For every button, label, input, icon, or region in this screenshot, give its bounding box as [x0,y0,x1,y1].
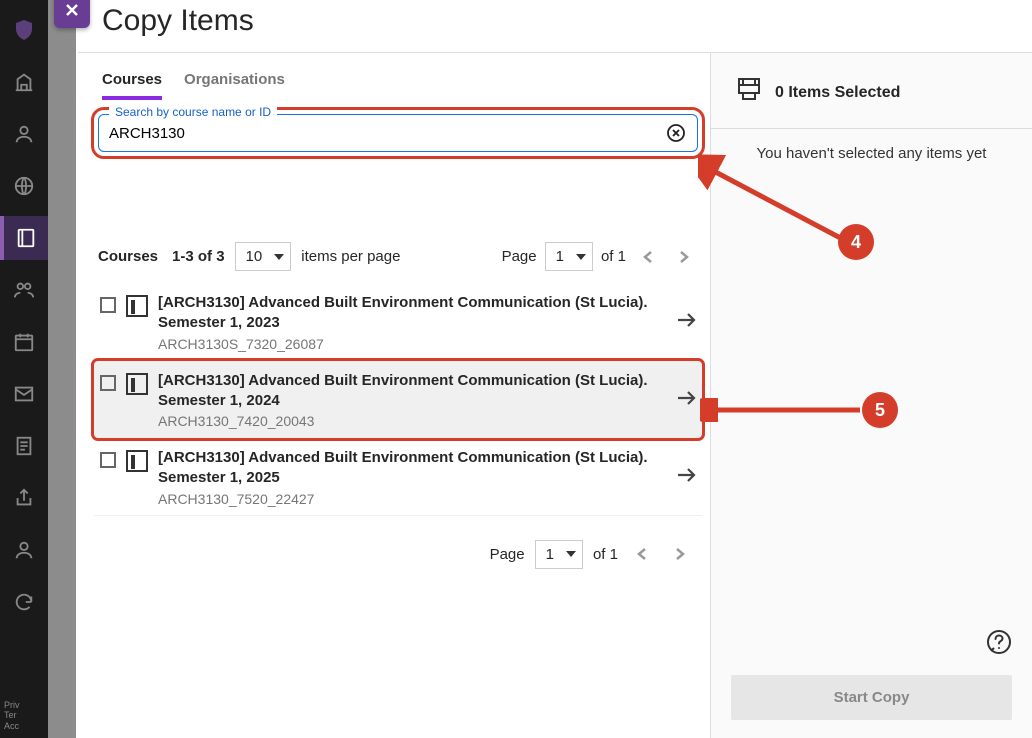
search-legend: Search by course name or ID [109,105,277,119]
page-size-select[interactable]: 10 [235,242,292,271]
course-title: [ARCH3130] Advanced Built Environment Co… [158,371,666,412]
search-input[interactable] [109,125,687,142]
bottom-pager: Page 1 of 1 [94,540,702,569]
of-pages-label: of 1 [601,248,626,265]
doc-icon [13,435,35,457]
page-number-select-bottom[interactable]: 1 [535,540,583,569]
annotation-badge-5: 5 [862,392,898,428]
selection-tray-icon [735,75,763,110]
clear-icon [667,124,685,142]
open-course-button[interactable] [676,464,696,490]
arrow-right-icon [676,389,696,407]
overlay-shade [48,0,76,738]
rail-courses[interactable] [0,216,48,260]
course-id: ARCH3130_7520_22427 [158,491,666,507]
course-row[interactable]: [ARCH3130] Advanced Built Environment Co… [94,438,702,516]
calendar-icon [13,331,35,353]
arrow-right-icon [676,311,696,329]
rail-institution[interactable] [0,60,48,104]
start-copy-button[interactable]: Start Copy [731,675,1012,720]
arrow-right-icon [676,466,696,484]
page-label: Page [502,248,537,265]
chevron-down-icon [566,551,576,557]
rail-admin[interactable] [0,528,48,572]
globe-icon [13,175,35,197]
annotation-badge-4: 4 [838,224,874,260]
course-icon [126,450,148,472]
help-button[interactable] [986,629,1012,660]
course-id: ARCH3130_7420_20043 [158,413,666,429]
chevron-left-icon [642,250,654,264]
rail-logo[interactable] [0,8,48,52]
rail-sync[interactable] [0,580,48,624]
source-tabs: Courses Organisations [94,53,702,100]
results-label: Courses [98,248,158,265]
course-row[interactable]: [ARCH3130] Advanced Built Environment Co… [94,283,702,361]
share-icon [13,487,35,509]
rail-footer: Priv Ter Acc [0,700,48,732]
selected-count-label: 0 Items Selected [775,84,900,102]
prev-page-button-bottom[interactable] [628,540,656,568]
person-icon [13,123,35,145]
refresh-icon [13,591,35,613]
row-checkbox[interactable] [100,452,116,468]
open-course-button[interactable] [676,387,696,413]
tab-organisations[interactable]: Organisations [184,71,285,100]
rail-messages[interactable] [0,372,48,416]
results-range: 1-3 of 3 [172,248,225,265]
prev-page-button[interactable] [634,243,662,271]
rail-tools[interactable] [0,476,48,520]
page-label: Page [490,546,525,563]
page-title: Copy Items [78,0,1032,52]
help-icon [986,629,1012,655]
rail-groups[interactable] [0,268,48,312]
course-id: ARCH3130S_7320_26087 [158,336,666,352]
rail-activity[interactable] [0,164,48,208]
source-panel: Courses Organisations Search by course n… [78,53,710,738]
course-icon [126,295,148,317]
next-page-button-bottom[interactable] [666,540,694,568]
per-page-label: items per page [301,248,400,265]
rail-profile[interactable] [0,112,48,156]
search-container: Search by course name or ID [98,114,698,152]
rail-calendar[interactable] [0,320,48,364]
close-icon [64,2,80,18]
results-header: Courses 1-3 of 3 10 items per page Page … [98,242,698,271]
shield-icon [12,18,36,42]
course-icon [126,373,148,395]
app-nav-rail: Priv Ter Acc [0,0,48,738]
rail-grades[interactable] [0,424,48,468]
chevron-right-icon [674,547,686,561]
course-title: [ARCH3130] Advanced Built Environment Co… [158,293,666,334]
chevron-left-icon [636,547,648,561]
course-title: [ARCH3130] Advanced Built Environment Co… [158,448,666,489]
chevron-right-icon [678,250,690,264]
open-course-button[interactable] [676,309,696,335]
of-pages-label: of 1 [593,546,618,563]
row-checkbox[interactable] [100,297,116,313]
book-icon [15,227,37,249]
annotation-arrow-5 [700,398,865,422]
mail-icon [13,383,35,405]
tab-courses[interactable]: Courses [102,71,162,100]
close-panel-button[interactable] [54,0,90,28]
next-page-button[interactable] [670,243,698,271]
groups-icon [13,279,35,301]
person-outline-icon [13,539,35,561]
page-number-select[interactable]: 1 [545,242,593,271]
clear-search-button[interactable] [667,124,685,142]
building-icon [13,71,35,93]
annotation-arrow-4 [698,150,858,270]
row-checkbox[interactable] [100,375,116,391]
chevron-down-icon [576,254,586,260]
course-row[interactable]: [ARCH3130] Advanced Built Environment Co… [94,361,702,439]
chevron-down-icon [274,254,284,260]
